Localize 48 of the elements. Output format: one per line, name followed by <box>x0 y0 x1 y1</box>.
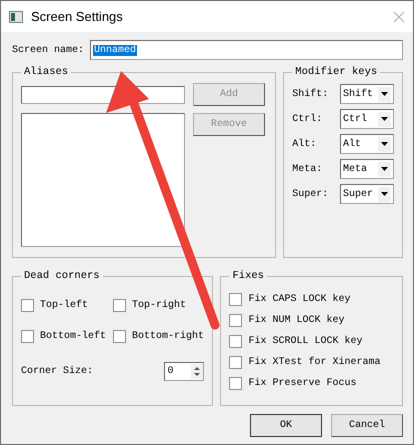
checkbox-label: Fix CAPS LOCK key <box>248 294 350 305</box>
dropdown-arrow-icon <box>381 167 388 171</box>
checkbox[interactable] <box>113 330 126 343</box>
dropdown-arrow-icon <box>381 92 388 96</box>
modifier-label: Meta: <box>292 164 322 174</box>
dialog-button[interactable]: OK <box>250 414 322 437</box>
field-label: Screen name: <box>12 44 84 56</box>
checkbox-label: Top-left <box>40 300 88 311</box>
checkbox-label: Fix Preserve Focus <box>248 378 356 389</box>
corner-size-spinner[interactable]: 0 <box>164 362 204 381</box>
group-title: Fixes <box>231 270 265 282</box>
checkbox-label: Fix XTest for Xinerama <box>248 357 380 368</box>
modifier-label: Super: <box>292 188 328 200</box>
checkbox[interactable] <box>21 330 34 343</box>
checkbox[interactable] <box>229 314 242 327</box>
alias-list[interactable] <box>21 113 185 247</box>
group-title: Aliases <box>23 66 70 78</box>
checkbox[interactable] <box>229 335 242 348</box>
modifier-label: Shift: <box>292 88 328 100</box>
modifier-dropdown[interactable]: Super <box>340 184 394 204</box>
checkbox-label: Fix NUM LOCK key <box>248 315 344 326</box>
checkbox[interactable] <box>229 377 242 390</box>
spinner-arrows-icon <box>191 364 204 379</box>
modifier-label: Ctrl: <box>292 114 322 124</box>
window-icon <box>9 10 23 22</box>
modifier-dropdown[interactable]: Ctrl <box>340 109 394 129</box>
group-title: Modifier keys <box>294 66 378 78</box>
modifier-label: Alt: <box>292 138 316 150</box>
dropdown-arrow-icon <box>381 192 388 196</box>
window-title: Screen Settings <box>31 9 124 24</box>
dropdown-arrow-icon <box>381 117 388 121</box>
checkbox-label: Bottom-left <box>40 331 106 342</box>
modifier-dropdown[interactable]: Meta <box>340 159 394 179</box>
checkbox[interactable] <box>229 293 242 306</box>
modifier-dropdown[interactable]: Alt <box>340 134 394 154</box>
checkbox-label: Bottom-right <box>132 331 204 342</box>
checkbox[interactable] <box>113 299 126 312</box>
dropdown-arrow-icon <box>381 142 388 146</box>
checkbox-label: Top-right <box>132 300 186 311</box>
group-title: Dead corners <box>23 270 101 282</box>
modifier-dropdown[interactable]: Shift <box>340 84 394 104</box>
checkbox[interactable] <box>229 356 242 369</box>
checkbox[interactable] <box>21 299 34 312</box>
field-label: Corner Size: <box>21 366 94 377</box>
close-icon[interactable] <box>393 10 405 22</box>
checkbox-label: Fix SCROLL LOCK key <box>248 336 362 347</box>
dialog-button[interactable]: Cancel <box>331 414 403 437</box>
screen-name-field[interactable]: Unnamed <box>90 40 403 60</box>
